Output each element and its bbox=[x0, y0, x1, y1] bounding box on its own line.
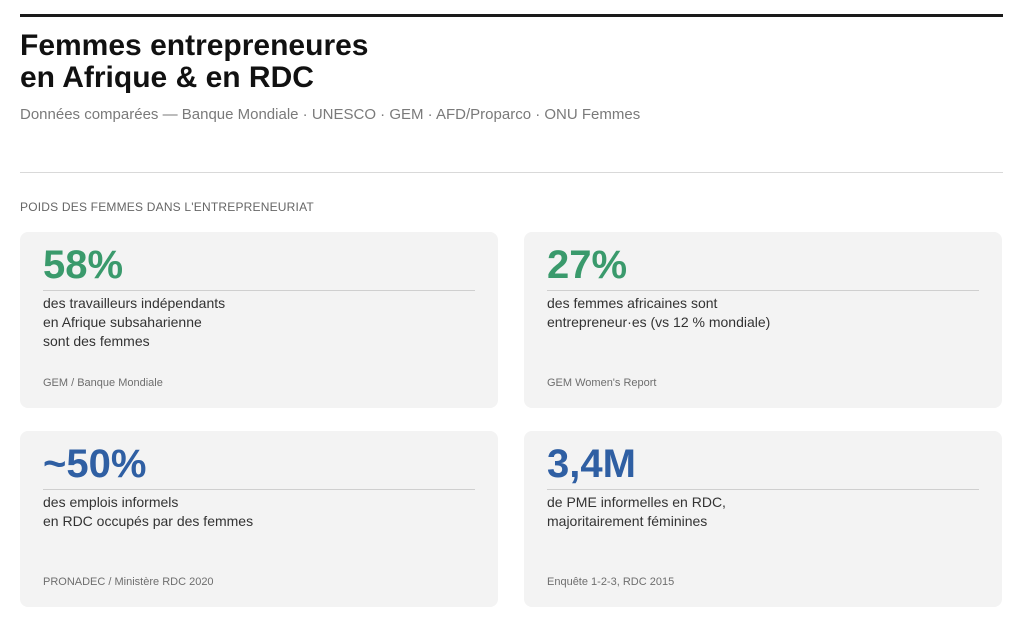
stat-value: 27% bbox=[547, 243, 628, 287]
page-title-line-2: en Afrique & en RDC bbox=[20, 61, 314, 94]
stat-description-line: majoritairement féminines bbox=[547, 513, 708, 529]
stat-divider bbox=[547, 290, 979, 291]
stat-description-line: en RDC occupés par des femmes bbox=[43, 513, 254, 529]
section-divider bbox=[20, 172, 1003, 173]
stat-card-informal-sme: 3,4M de PME informelles en RDC, majorita… bbox=[524, 431, 1002, 607]
stat-value: 3,4M bbox=[547, 442, 636, 486]
stat-card-entrepreneurs: 27% des femmes africaines sont entrepren… bbox=[524, 232, 1002, 408]
stat-description-line: des travailleurs indépendants bbox=[43, 295, 226, 311]
stat-description-line: de PME informelles en RDC, bbox=[547, 494, 726, 510]
page-title: Femmes entrepreneures en Afrique & en RD… bbox=[20, 30, 369, 94]
stat-description: des femmes africaines sont entrepreneur·… bbox=[547, 294, 977, 332]
stat-divider bbox=[43, 290, 475, 291]
stat-divider bbox=[43, 489, 475, 490]
stat-value: ~50% bbox=[43, 442, 147, 486]
stat-source: GEM Women's Report bbox=[547, 377, 657, 389]
stat-description: de PME informelles en RDC, majoritaireme… bbox=[547, 493, 977, 531]
stat-divider bbox=[547, 489, 979, 490]
page-subtitle: Données comparées — Banque Mondiale · UN… bbox=[20, 106, 641, 123]
stat-description-line: en Afrique subsaharienne bbox=[43, 314, 202, 330]
stat-description-line: entrepreneur·es (vs 12 % mondiale) bbox=[547, 314, 771, 330]
stat-card-informal-jobs: ~50% des emplois informels en RDC occupé… bbox=[20, 431, 498, 607]
top-divider bbox=[20, 14, 1003, 17]
stat-source: Enquête 1-2-3, RDC 2015 bbox=[547, 576, 675, 588]
stat-description: des travailleurs indépendants en Afrique… bbox=[43, 294, 473, 351]
stat-source: PRONADEC / Ministère RDC 2020 bbox=[43, 576, 214, 588]
stat-description-line: des emplois informels bbox=[43, 494, 179, 510]
page-title-line-1: Femmes entrepreneures bbox=[20, 29, 369, 62]
stat-description: des emplois informels en RDC occupés par… bbox=[43, 493, 473, 531]
section-label: POIDS DES FEMMES DANS L'ENTREPRENEURIAT bbox=[20, 200, 314, 214]
stat-card-self-employed: 58% des travailleurs indépendants en Afr… bbox=[20, 232, 498, 408]
stat-source: GEM / Banque Mondiale bbox=[43, 377, 163, 389]
stat-description-line: sont des femmes bbox=[43, 333, 150, 349]
stat-value: 58% bbox=[43, 243, 124, 287]
stat-description-line: des femmes africaines sont bbox=[547, 295, 718, 311]
